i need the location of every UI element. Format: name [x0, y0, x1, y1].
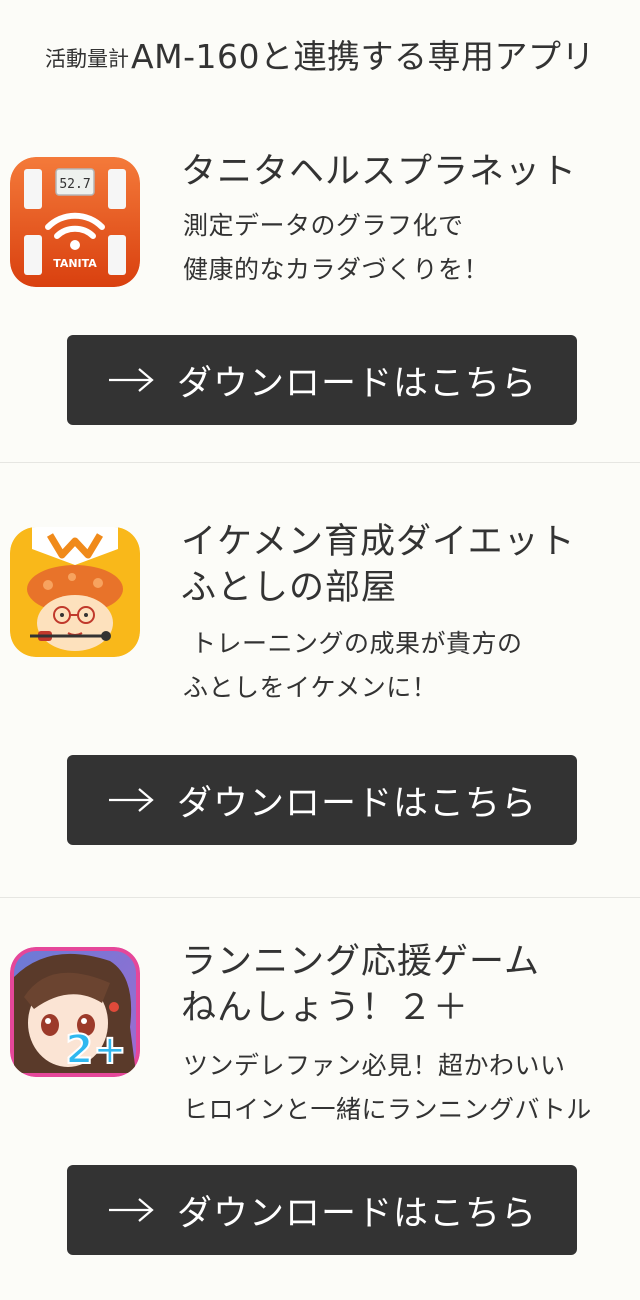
app-title-line: ねんしょう！２＋	[181, 988, 470, 1028]
download-button[interactable]: ダウンロードはこちら	[67, 755, 577, 845]
app-description-line: トレーニングの成果が貴方の	[191, 629, 523, 658]
header-device-label: 活動量計	[45, 47, 130, 71]
app-title-line: イケメン育成ダイエット	[181, 522, 576, 562]
download-button-label: ダウンロードはこちら	[176, 1193, 537, 1234]
app-description-line: 測定データのグラフ化で	[183, 211, 464, 240]
section-divider	[0, 462, 640, 463]
download-button-label: ダウンロードはこちら	[176, 783, 537, 824]
app-description: ツンデレファン必見！超かわいい ヒロインと一緒にランニングバトル	[183, 1044, 592, 1132]
app-description-line: ヒロインと一緒にランニングバトル	[183, 1095, 592, 1124]
download-button[interactable]: ダウンロードはこちら	[67, 1165, 577, 1255]
page-title: AM-160と連携する専用アプリ	[131, 37, 595, 76]
app-description-line: 健康的なカラダづくりを！	[183, 255, 490, 284]
arrow-right-icon	[108, 368, 154, 392]
nensho-heroine-icon[interactable]: 2+	[10, 947, 140, 1077]
app-title: タニタヘルスプラネット	[181, 149, 577, 195]
futoshi-character-icon[interactable]	[10, 527, 140, 657]
tanita-scale-icon[interactable]: 52.7 TANITA	[10, 157, 140, 287]
tanita-brand-text: TANITA	[53, 257, 97, 270]
app-description-line: ツンデレファン必見！超かわいい	[183, 1051, 566, 1080]
app-description: トレーニングの成果が貴方の ふとしをイケメンに！	[183, 622, 523, 710]
arrow-right-icon	[108, 788, 154, 812]
app-title-line: ふとしの部屋	[181, 568, 398, 608]
app-title-line: ランニング応援ゲーム	[181, 942, 540, 982]
app-title: イケメン育成ダイエット ふとしの部屋	[181, 519, 576, 611]
section-divider	[0, 897, 640, 898]
app-title: ランニング応援ゲーム ねんしょう！２＋	[181, 939, 540, 1031]
app-title-line: タニタヘルスプラネット	[181, 152, 578, 192]
download-button-label: ダウンロードはこちら	[176, 363, 537, 404]
scale-display-text: 52.7	[59, 177, 90, 192]
download-button[interactable]: ダウンロードはこちら	[67, 335, 577, 425]
app-description: 測定データのグラフ化で 健康的なカラダづくりを！	[183, 204, 489, 292]
arrow-right-icon	[108, 1198, 154, 1222]
game-logo-badge: 2+	[65, 1027, 126, 1073]
page-header: 活動量計 AM-160と連携する専用アプリ	[0, 0, 640, 105]
app-description-line: ふとしをイケメンに！	[183, 673, 438, 702]
